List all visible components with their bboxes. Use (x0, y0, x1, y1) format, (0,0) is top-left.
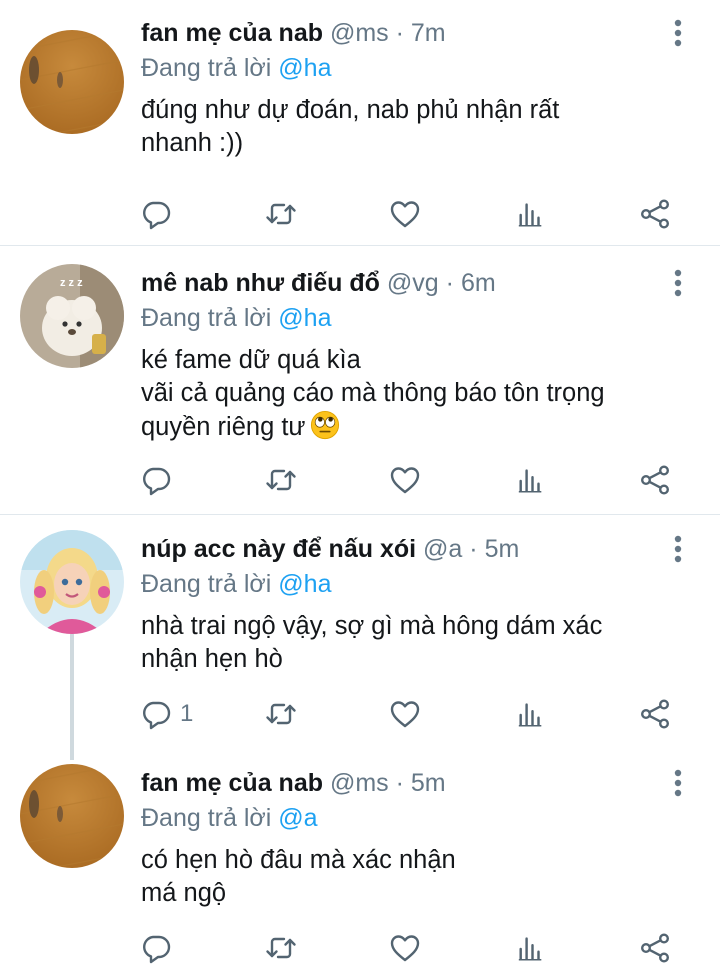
reply-icon (140, 698, 172, 730)
mention-link[interactable]: @ha (278, 304, 331, 332)
more-options-icon[interactable] (666, 534, 690, 564)
analytics-button[interactable] (516, 194, 546, 234)
tweet-header: mê nab như điếu đổ @vg · 6m (141, 266, 660, 300)
like-icon (389, 932, 421, 964)
mention-link[interactable]: @ha (278, 570, 331, 598)
separator-dot: · (469, 535, 478, 563)
action-bar (0, 194, 720, 234)
tweet-text: nhà trai ngộ vậy, sợ gì mà hông dám xác … (141, 612, 603, 673)
divider (0, 245, 720, 246)
user-handle[interactable]: @a (423, 535, 462, 563)
reply-icon (140, 464, 172, 496)
tweet-header: núp acc này để nấu xói @a · 5m (141, 532, 660, 566)
reply-icon (140, 198, 172, 230)
reply-button[interactable]: 1 (140, 694, 193, 734)
share-icon (639, 464, 671, 496)
timestamp[interactable]: 5m (485, 535, 520, 563)
avatar[interactable] (20, 530, 124, 634)
user-handle[interactable]: @ms (330, 769, 389, 797)
action-bar: 1 (0, 694, 720, 734)
analytics-button[interactable] (516, 460, 546, 500)
tweet-text: ké fame dữ quá kìa vãi cả quảng cáo mà t… (141, 344, 701, 444)
display-name[interactable]: núp acc này để nấu xói (141, 535, 416, 563)
share-icon (639, 198, 671, 230)
replying-to-label: Đang trả lời (141, 304, 272, 332)
replying-to: Đang trả lời @ha (141, 51, 331, 85)
retweet-icon (264, 198, 298, 230)
rolling-eyes-emoji-icon (310, 410, 339, 440)
tweet-text: đúng như dự đoán, nab phủ nhận rất nhanh… (141, 96, 560, 157)
tweet-text-content: ké fame dữ quá kìa vãi cả quảng cáo mà t… (141, 346, 605, 441)
more-options-icon[interactable] (666, 768, 690, 798)
timestamp[interactable]: 5m (411, 769, 446, 797)
replying-to-label: Đang trả lời (141, 54, 272, 82)
separator-dot: · (395, 19, 404, 47)
share-icon (639, 698, 671, 730)
replying-to-label: Đang trả lời (141, 804, 272, 832)
more-options-icon[interactable] (666, 268, 690, 298)
retweet-button[interactable] (264, 460, 298, 500)
replying-to: Đang trả lời @ha (141, 567, 331, 601)
tweet-header: fan mẹ của nab @ms · 7m (141, 16, 660, 50)
user-handle[interactable]: @vg (387, 269, 439, 297)
analytics-icon (516, 932, 546, 964)
share-button[interactable] (639, 194, 671, 234)
retweet-button[interactable] (264, 928, 298, 968)
tweet-text: có hẹn hò đâu mà xác nhận má ngộ (141, 846, 456, 907)
share-button[interactable] (639, 460, 671, 500)
display-name[interactable]: fan mẹ của nab (141, 769, 323, 797)
divider (0, 514, 720, 515)
reply-button[interactable] (140, 460, 180, 500)
timestamp[interactable]: 7m (411, 19, 446, 47)
retweet-icon (264, 698, 298, 730)
analytics-button[interactable] (516, 928, 546, 968)
like-icon (389, 464, 421, 496)
timestamp[interactable]: 6m (461, 269, 496, 297)
like-button[interactable] (389, 194, 421, 234)
analytics-icon (516, 464, 546, 496)
analytics-icon (516, 698, 546, 730)
share-button[interactable] (639, 694, 671, 734)
tweet-3[interactable]: núp acc này để nấu xói @a · 5m Đang trả … (0, 516, 720, 752)
mention-link[interactable]: @ha (278, 54, 331, 82)
retweet-button[interactable] (264, 194, 298, 234)
separator-dot: · (445, 269, 454, 297)
like-icon (389, 198, 421, 230)
more-options-icon[interactable] (666, 18, 690, 48)
tweet-1[interactable]: fan mẹ của nab @ms · 7m Đang trả lời @ha… (0, 0, 720, 245)
like-button[interactable] (389, 928, 421, 968)
retweet-icon (264, 464, 298, 496)
analytics-button[interactable] (516, 694, 546, 734)
user-handle[interactable]: @ms (330, 19, 389, 47)
reply-icon (140, 932, 172, 964)
retweet-icon (264, 932, 298, 964)
display-name[interactable]: fan mẹ của nab (141, 19, 323, 47)
like-button[interactable] (389, 694, 421, 734)
analytics-icon (516, 198, 546, 230)
reply-button[interactable] (140, 194, 180, 234)
replying-to: Đang trả lời @ha (141, 301, 331, 335)
separator-dot: · (395, 769, 404, 797)
retweet-button[interactable] (264, 694, 298, 734)
svg-text:z z z: z z z (60, 277, 83, 289)
mention-link[interactable]: @a (278, 804, 317, 832)
tweet-2[interactable]: z z z mê nab như điếu đổ @vg · 6m Đang t… (0, 250, 720, 512)
action-bar (0, 928, 720, 968)
avatar[interactable] (20, 764, 124, 868)
avatar[interactable]: z z z (20, 264, 124, 368)
avatar[interactable] (20, 30, 124, 134)
share-button[interactable] (639, 928, 671, 968)
replying-to-label: Đang trả lời (141, 570, 272, 598)
display-name[interactable]: mê nab như điếu đổ (141, 269, 380, 297)
tweet-4[interactable]: fan mẹ của nab @ms · 5m Đang trả lời @a … (0, 750, 720, 976)
action-bar (0, 460, 720, 500)
share-icon (639, 932, 671, 964)
tweet-header: fan mẹ của nab @ms · 5m (141, 766, 660, 800)
reply-count: 1 (180, 700, 194, 727)
like-icon (389, 698, 421, 730)
replying-to: Đang trả lời @a (141, 801, 318, 835)
reply-button[interactable] (140, 928, 180, 968)
like-button[interactable] (389, 460, 421, 500)
